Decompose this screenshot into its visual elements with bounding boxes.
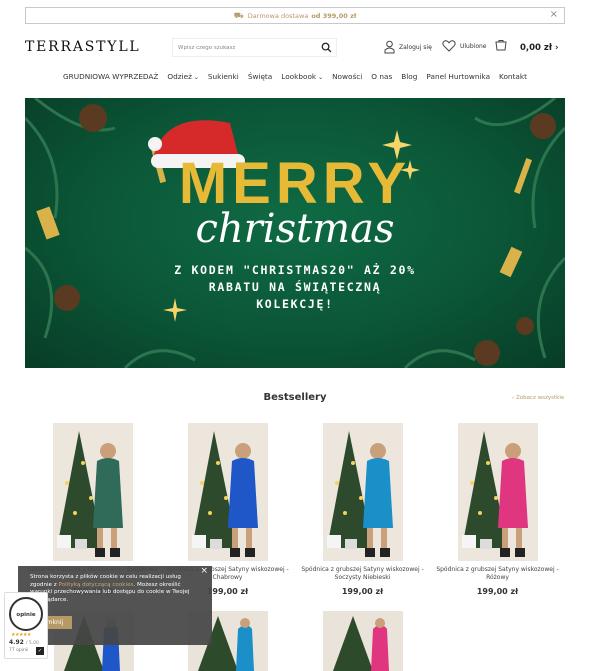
free-shipping-amount: od 399,00 zł: [311, 11, 357, 20]
product-photo[interactable]: [458, 423, 538, 561]
nav-item-clothing[interactable]: Odzież ⌄: [167, 72, 199, 81]
nav-item-sale[interactable]: GRUDNIOWA WYPRZEDAŻ: [63, 72, 158, 81]
chevron-down-icon: ⌄: [191, 74, 199, 81]
free-shipping-bar: ⛟ Darmowa dostawa od 399,00 zł ×: [25, 7, 565, 24]
product-card[interactable]: [323, 611, 403, 671]
cart-link[interactable]: [495, 39, 507, 51]
product-photo[interactable]: [323, 423, 403, 561]
user-icon: [384, 40, 395, 54]
product-name[interactable]: Spódnica z grubszej Satyny wiskozowej - …: [295, 566, 430, 582]
main-navigation: GRUDNIOWA WYPRZEDAŻ Odzież ⌄ Sukienki Św…: [0, 72, 590, 81]
cookie-policy-link[interactable]: Polityką dotyczącą cookies: [59, 582, 134, 588]
christmas-banner[interactable]: MERRY christmas Z KODEM "CHRISTMAS20" AŻ…: [25, 98, 565, 368]
reviews-brand: opinie: [16, 612, 36, 618]
nav-item-clothing-label: Odzież: [167, 72, 192, 81]
heart-icon: [442, 40, 456, 52]
reviews-badge[interactable]: opinie ★★★★★ 4.92 / 5.00 77 opinii ✓: [4, 592, 48, 659]
search-input[interactable]: [178, 44, 318, 51]
nav-item-blog[interactable]: Blog: [401, 72, 417, 81]
review-count: 77 opinii: [9, 648, 29, 653]
truck-icon: ⛟: [233, 10, 244, 20]
nav-item-new[interactable]: Nowości: [332, 72, 362, 81]
search-icon[interactable]: [321, 42, 332, 53]
cart-total-value: 0,00 zł: [520, 43, 553, 53]
product-photo: [323, 611, 403, 671]
login-label: Zaloguj się: [399, 43, 432, 51]
rating-max: / 5.00: [25, 641, 39, 646]
banner-promo: Z KODEM "CHRISTMAS20" AŻ 20% RABATU NA Ś…: [25, 262, 565, 313]
favorites-label: Ulubione: [460, 42, 487, 50]
rating-value: 4.92: [9, 639, 24, 646]
login-link[interactable]: Zaloguj się: [384, 40, 432, 54]
product-name[interactable]: Spódnica z grubszej Satyny wiskozowej - …: [430, 566, 565, 582]
nav-item-lookbook[interactable]: Lookbook ⌄: [281, 72, 323, 81]
site-logo[interactable]: TERRASTYLL: [25, 39, 141, 55]
promo-line-2: RABATU NA ŚWIĄTECZNĄ: [208, 280, 382, 294]
favorites-link[interactable]: Ulubione: [442, 40, 487, 52]
product-photo[interactable]: [188, 423, 268, 561]
free-shipping-text: Darmowa dostawa: [247, 11, 309, 20]
nav-item-holidays[interactable]: Święta: [248, 72, 272, 81]
nav-item-dresses[interactable]: Sukienki: [208, 72, 239, 81]
check-icon: ✓: [36, 647, 44, 655]
cart-total[interactable]: 0,00 zł ›: [520, 43, 559, 53]
promo-line-1: Z KODEM "CHRISTMAS20" AŻ 20%: [174, 263, 416, 277]
rating-score: 4.92 / 5.00: [9, 639, 39, 646]
promo-line-3: KOLEKCJĘ!: [256, 297, 334, 311]
search-bar: [172, 38, 337, 57]
rating-stars: ★★★★★: [11, 632, 31, 638]
cart-icon: [495, 40, 507, 51]
nav-item-wholesale[interactable]: Panel Hurtownika: [426, 72, 490, 81]
bestsellers-heading: Bestsellery: [263, 392, 327, 403]
product-price: 199,00 zł: [476, 587, 519, 596]
product-photo[interactable]: [53, 423, 133, 561]
chevron-down-icon: ⌄: [316, 74, 324, 81]
banner-script-text: christmas: [195, 206, 395, 252]
close-icon[interactable]: ×: [200, 567, 208, 576]
nav-item-about[interactable]: O nas: [371, 72, 392, 81]
nav-item-contact[interactable]: Kontakt: [499, 72, 527, 81]
chevron-right-icon: ›: [555, 43, 559, 53]
product-price: 199,00 zł: [341, 587, 384, 596]
nav-item-lookbook-label: Lookbook: [281, 72, 317, 81]
close-icon[interactable]: ×: [550, 9, 558, 20]
see-all-link[interactable]: ‹ Zobacz wszystkie: [512, 395, 564, 401]
